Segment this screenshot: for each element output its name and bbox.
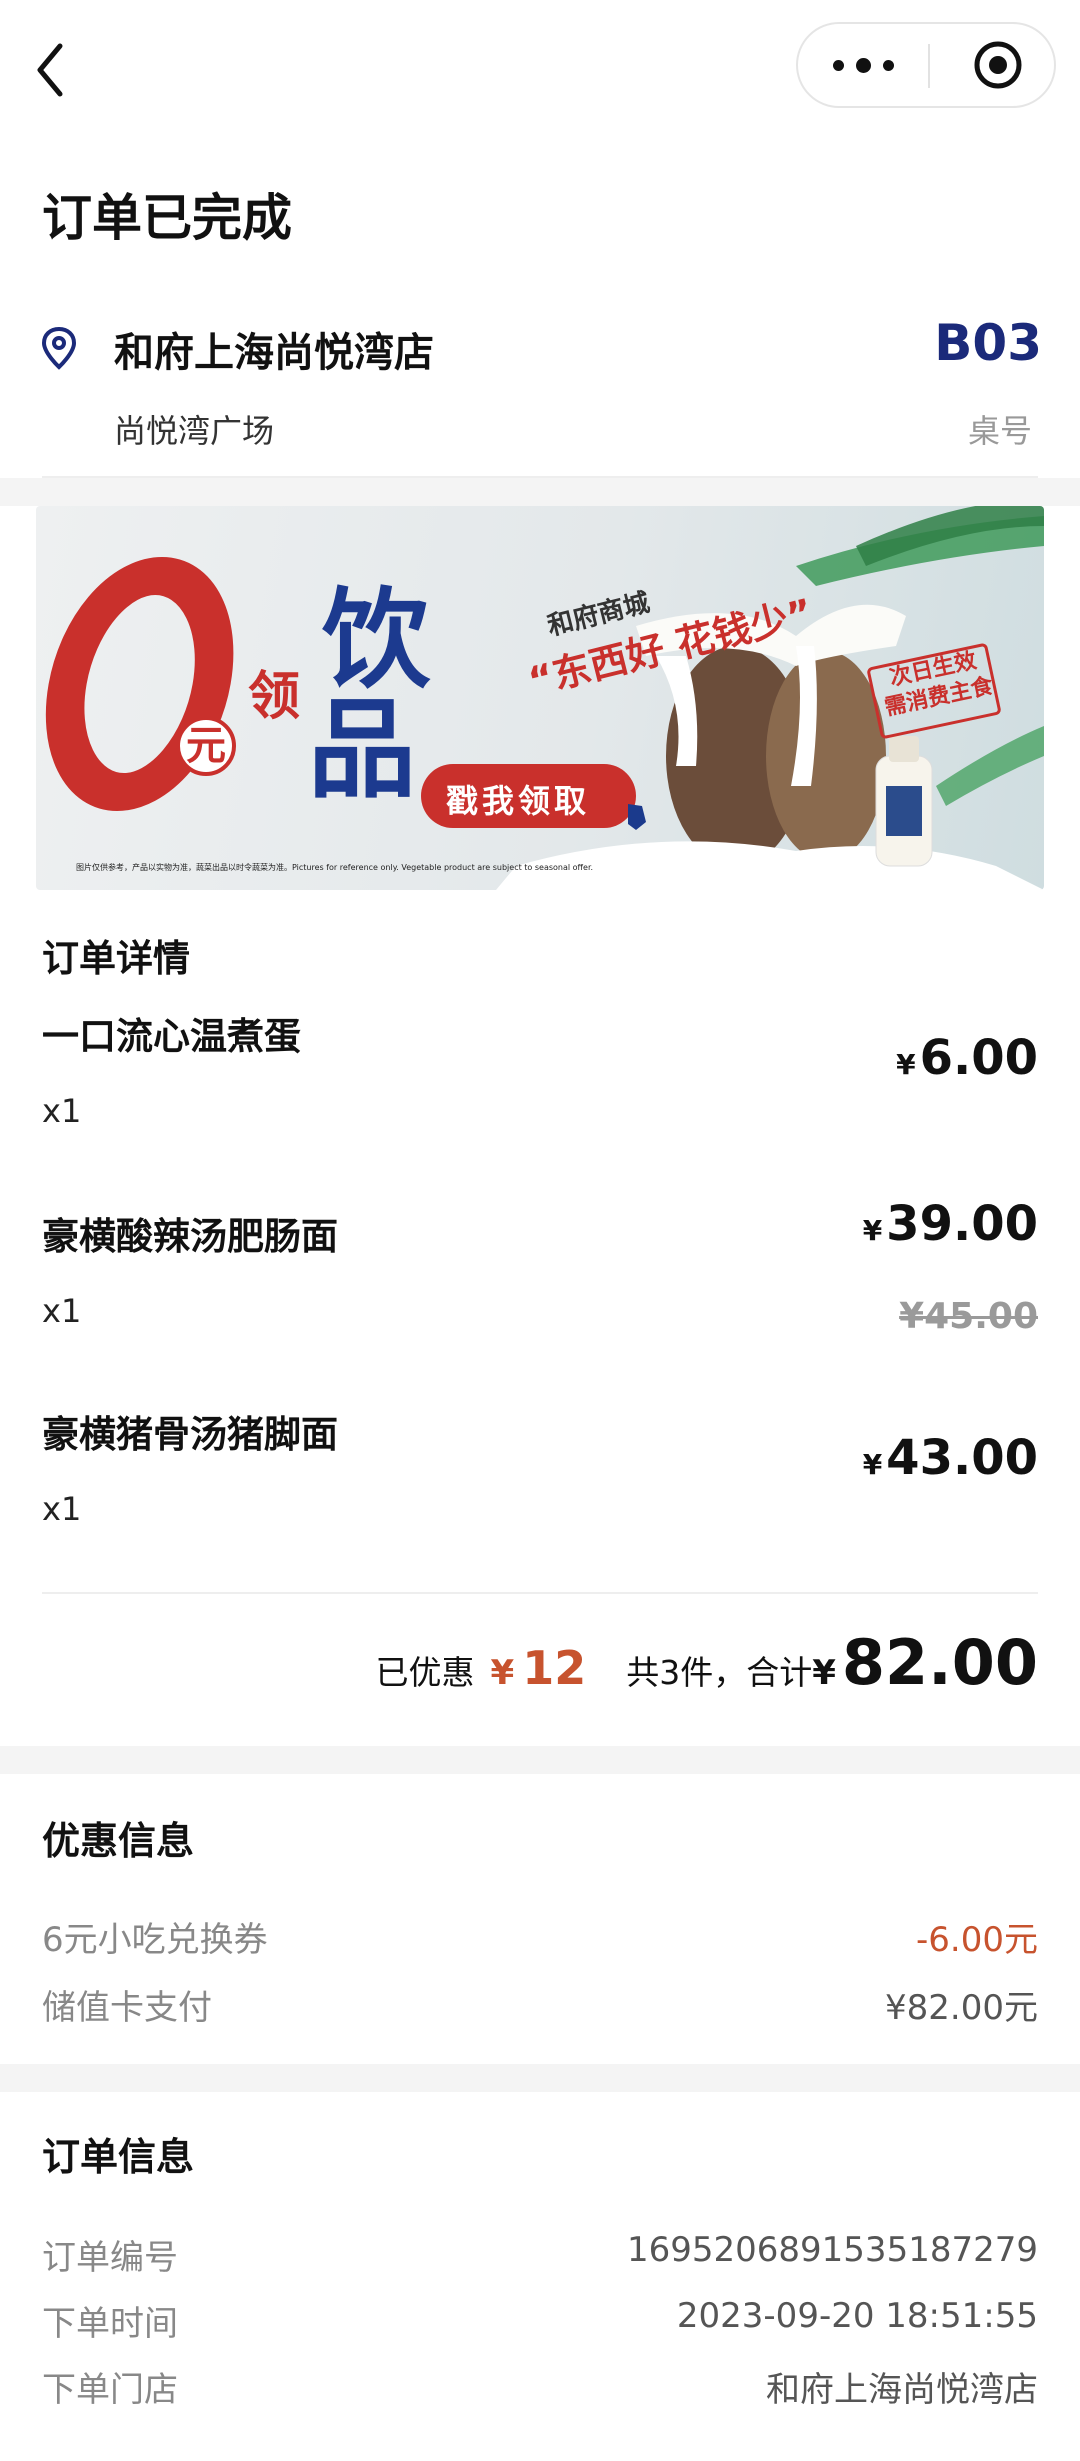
banner-ling-text: 领 <box>248 667 301 727</box>
discount-amount: ¥12 <box>491 1641 587 1695</box>
order-info-title: 订单信息 <box>42 2135 195 2179</box>
currency-symbol: ¥ <box>490 1653 515 1693</box>
dot-icon <box>832 59 844 71</box>
table-label: 桌号 <box>967 412 1032 450</box>
order-number-value: 1695206891535187279 <box>626 2230 1038 2270</box>
order-store-label: 下单门店 <box>42 2370 178 2410</box>
target-icon <box>974 41 1022 89</box>
item-qty: x1 <box>42 1490 82 1528</box>
banner-yuan-badge: 元 <box>176 716 236 776</box>
item-qty: x1 <box>42 1092 82 1130</box>
divider <box>42 1592 1038 1594</box>
promo-title: 优惠信息 <box>42 1819 195 1863</box>
currency-symbol: ¥ <box>862 1448 883 1481</box>
item-price: ¥6.00 <box>896 1030 1038 1086</box>
capsule-divider <box>928 44 930 88</box>
order-detail-title: 订单详情 <box>42 937 190 980</box>
promo-row-label: 储值卡支付 <box>42 1988 212 2028</box>
section-gap <box>0 1746 1080 1774</box>
order-number-label: 订单编号 <box>42 2238 178 2278</box>
promo-row-label: 6元小吃兑换券 <box>42 1920 268 1960</box>
section-gap <box>0 478 1080 506</box>
item-price: ¥43.00 <box>863 1430 1038 1486</box>
banner-disclaimer: 图片仅供参考，产品以实物为准，蔬菜出品以时令蔬菜为准。Pictures for … <box>76 863 594 872</box>
store-name: 和府上海尚悦湾店 <box>114 330 434 376</box>
currency-symbol: ¥ <box>862 1214 883 1247</box>
currency-symbol: ¥ <box>896 1048 916 1081</box>
item-original-price: ¥45.00 <box>899 1296 1038 1337</box>
chevron-left-icon <box>37 43 63 97</box>
discount-label: 已优惠 <box>375 1653 475 1692</box>
page-title: 订单已完成 <box>42 189 292 247</box>
discount-value: 12 <box>522 1641 587 1695</box>
dot-icon <box>882 59 894 71</box>
item-name: 豪横猪骨汤猪脚面 <box>42 1413 338 1456</box>
miniprogram-capsule <box>796 22 1056 108</box>
banner-yin-text: 饮 <box>322 577 431 703</box>
order-summary: 已优惠 ¥12 共3件，合计 ¥ 82.00 <box>376 1626 1038 1706</box>
more-menu-button[interactable] <box>798 24 928 106</box>
order-time-label: 下单时间 <box>42 2304 178 2344</box>
item-name: 豪横酸辣汤肥肠面 <box>42 1215 338 1258</box>
order-total: 82.00 <box>841 1626 1038 1699</box>
promo-banner[interactable]: 元 领 饮 品 和府商城 “东西好 花钱少” 戳我领取 次日生效 需消费主食 图… <box>36 506 1044 890</box>
dot-icon <box>855 57 871 73</box>
item-price-value: 39.00 <box>886 1196 1038 1252</box>
order-time-value: 2023-09-20 18:51:55 <box>676 2296 1038 2336</box>
item-qty: x1 <box>42 1292 82 1330</box>
item-price-value: 43.00 <box>886 1430 1038 1486</box>
item-price: ¥39.00 <box>863 1196 1038 1252</box>
table-number: B03 <box>934 314 1042 372</box>
close-miniprogram-button[interactable] <box>948 24 1048 106</box>
count-label: 共3件，合计 <box>626 1653 813 1692</box>
location-pin-icon <box>41 326 77 370</box>
section-gap <box>0 2064 1080 2092</box>
order-store-value: 和府上海尚悦湾店 <box>766 2370 1038 2410</box>
back-button[interactable] <box>30 38 80 108</box>
banner-cta-button[interactable]: 戳我领取 <box>446 776 590 822</box>
banner-pin-text: 品 <box>308 687 417 813</box>
currency-symbol: ¥ <box>812 1653 836 1693</box>
item-name: 一口流心温煮蛋 <box>42 1015 301 1058</box>
promo-row-value: ¥82.00元 <box>885 1988 1038 2028</box>
promo-row-value: -6.00元 <box>916 1920 1038 1960</box>
item-price-value: 6.00 <box>919 1030 1038 1086</box>
store-location: 尚悦湾广场 <box>114 412 275 450</box>
